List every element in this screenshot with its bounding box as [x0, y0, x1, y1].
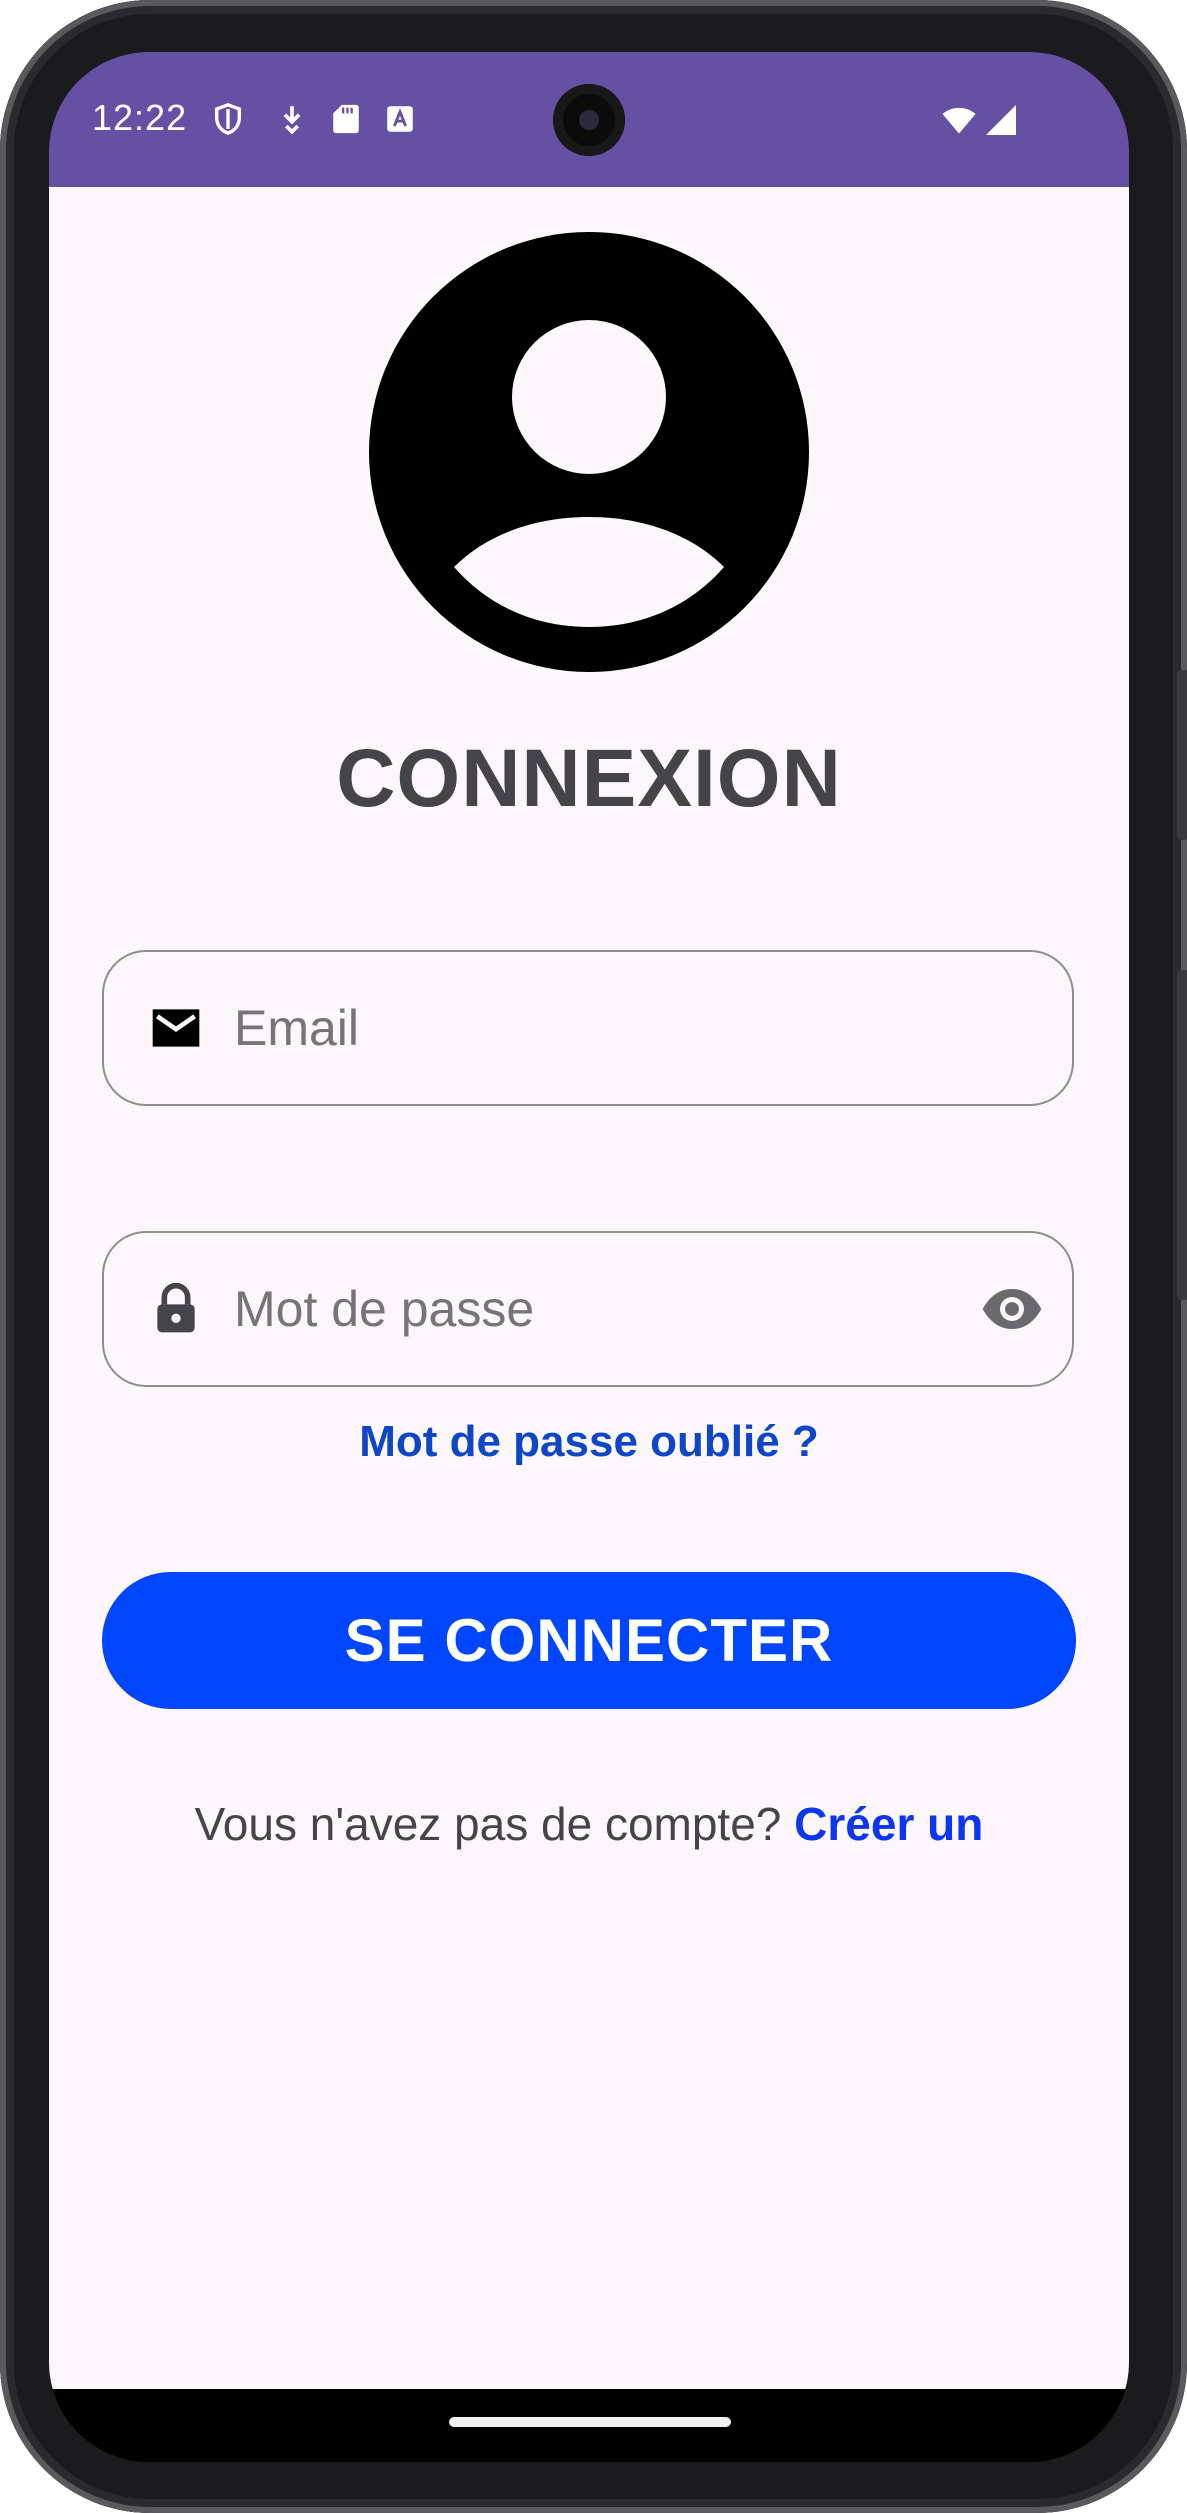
home-indicator[interactable] — [449, 2417, 731, 2427]
login-button[interactable]: SE CONNECTER — [102, 1572, 1076, 1709]
password-field[interactable] — [102, 1231, 1074, 1387]
download-icon — [283, 106, 301, 135]
shield-icon — [214, 103, 242, 135]
phone-screen: 12:22 CONNEXION Email Mot de passe oubli… — [49, 52, 1129, 2462]
gesture-nav-bar — [49, 2389, 1129, 2462]
login-screen: CONNEXION Email Mot de passe oublié ? SE… — [49, 187, 1129, 2389]
status-time: 12:22 — [92, 97, 188, 138]
sd-card-icon — [333, 104, 359, 134]
email-field[interactable] — [102, 950, 1074, 1106]
wifi-icon — [942, 107, 976, 134]
front-camera — [553, 84, 625, 156]
forgot-password-link[interactable]: Mot de passe oublié ? — [49, 1417, 1129, 1467]
email-input[interactable] — [234, 952, 934, 1104]
signup-prompt: Vous n'avez pas de compte? — [194, 1798, 795, 1850]
keyboard-a-icon — [387, 106, 413, 132]
eye-icon[interactable] — [980, 1277, 1044, 1341]
status-bar: 12:22 — [49, 52, 1129, 187]
volume-button — [1177, 970, 1187, 1300]
email-icon — [152, 1009, 200, 1047]
password-input[interactable] — [234, 1233, 934, 1385]
create-account-link[interactable]: Créer un — [794, 1798, 983, 1850]
phone-frame: 12:22 CONNEXION Email Mot de passe oubli… — [0, 0, 1187, 2513]
account-circle-icon — [369, 232, 809, 672]
signup-row: Vous n'avez pas de compte? Créer un — [49, 1797, 1129, 1851]
cell-signal-icon — [986, 105, 1016, 135]
power-button — [1177, 670, 1187, 840]
lock-icon — [157, 1282, 195, 1333]
page-title: CONNEXION — [336, 733, 842, 824]
